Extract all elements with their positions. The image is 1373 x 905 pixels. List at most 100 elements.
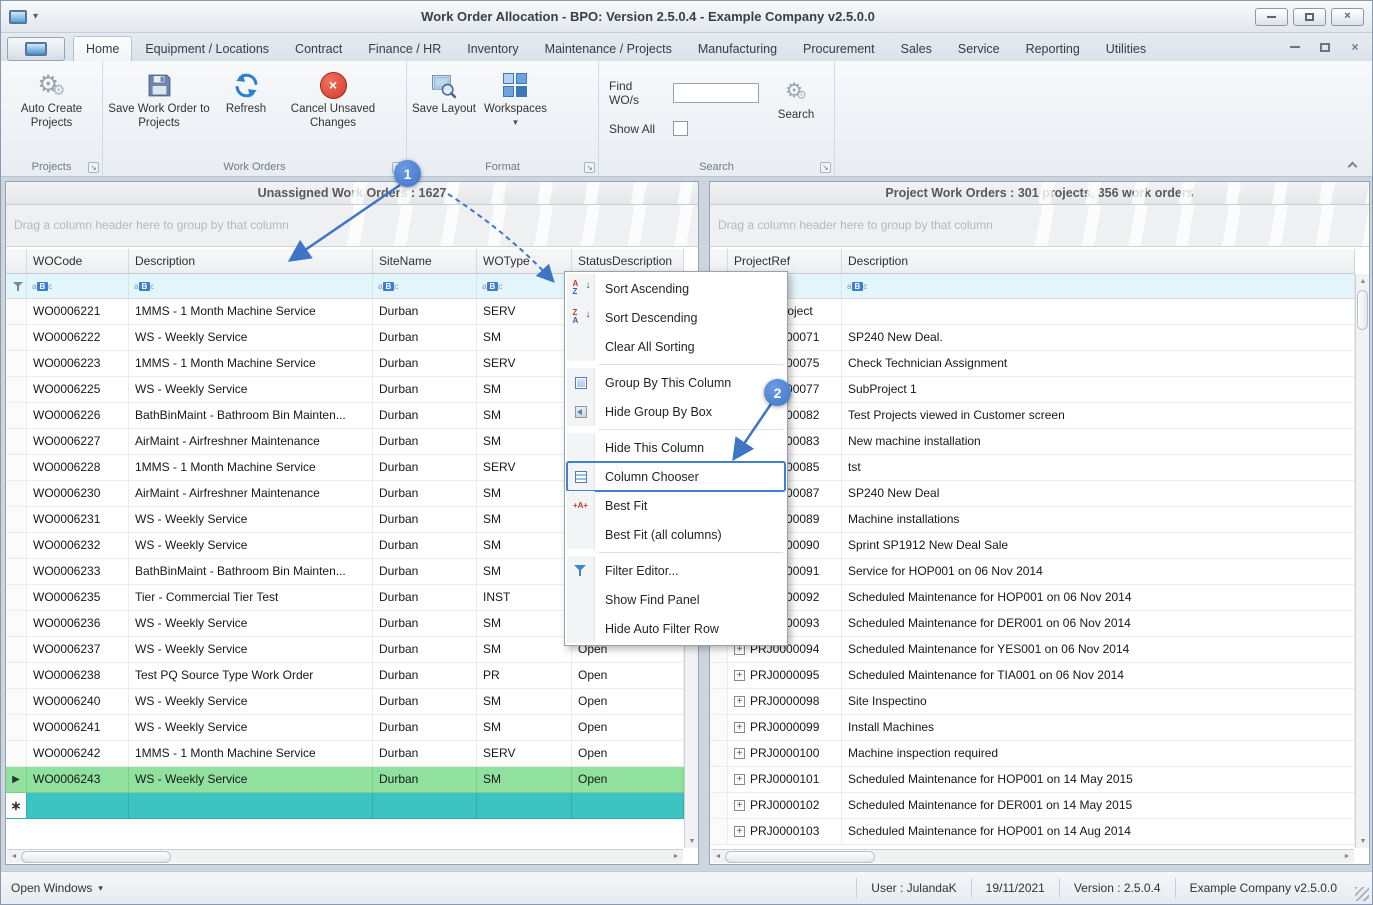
project-row[interactable]: +Test Project [710, 299, 1355, 325]
expand-icon[interactable]: + [734, 696, 745, 707]
project-row[interactable]: +PRJ0000083New machine installation [710, 429, 1355, 455]
dialog-launcher-icon[interactable]: ↘ [584, 162, 595, 173]
project-row[interactable]: +PRJ0000089Machine installations [710, 507, 1355, 533]
scroll-down-arrow[interactable]: ▼ [1356, 834, 1370, 848]
filter-cell-wocode[interactable]: aBc [27, 274, 129, 298]
filter-cell-wotype[interactable]: aBc [477, 274, 572, 298]
project-row[interactable]: +PRJ0000091Service for HOP001 on 06 Nov … [710, 559, 1355, 585]
application-menu-button[interactable] [7, 37, 65, 61]
column-header-sitename[interactable]: SiteName [373, 249, 477, 273]
close-button[interactable]: × [1331, 8, 1364, 26]
project-row[interactable]: +PRJ0000103Scheduled Maintenance for HOP… [710, 819, 1355, 845]
tab-manufacturing[interactable]: Manufacturing [685, 36, 790, 61]
group-by-box[interactable]: Drag a column header here to group by th… [6, 205, 698, 247]
project-row[interactable]: +PRJ0000094Scheduled Maintenance for YES… [710, 637, 1355, 663]
project-row[interactable]: +PRJ0000087SP240 New Deal [710, 481, 1355, 507]
resize-grip[interactable] [1355, 887, 1369, 901]
save-layout-button[interactable]: Save Layout [409, 65, 479, 121]
scroll-left-arrow[interactable]: ◄ [711, 850, 725, 864]
project-row[interactable]: +PRJ0000098Site Inspectino [710, 689, 1355, 715]
scrollbar-thumb[interactable] [1357, 290, 1368, 330]
tab-service[interactable]: Service [945, 36, 1013, 61]
filter-cell-sitename[interactable]: aBc [373, 274, 477, 298]
project-row[interactable]: +PRJ0000101Scheduled Maintenance for HOP… [710, 767, 1355, 793]
cancel-unsaved-changes-button[interactable]: × Cancel Unsaved Changes [279, 65, 387, 135]
project-row[interactable]: +PRJ0000082Test Projects viewed in Custo… [710, 403, 1355, 429]
project-row[interactable]: +PRJ0000099Install Machines [710, 715, 1355, 741]
scroll-down-arrow[interactable]: ▼ [685, 834, 699, 848]
project-row[interactable]: +PRJ0000093Scheduled Maintenance for DER… [710, 611, 1355, 637]
project-row[interactable]: +PRJ0000075Check Technician Assignment [710, 351, 1355, 377]
column-header-wotype[interactable]: WOType [477, 249, 572, 273]
tab-sales[interactable]: Sales [888, 36, 945, 61]
column-header-description[interactable]: Description [842, 249, 1355, 273]
dialog-launcher-icon[interactable]: ↘ [392, 162, 403, 173]
filter-cell-description[interactable]: aBc [842, 274, 1355, 298]
menu-item-best-fit-all-columns[interactable]: Best Fit (all columns) [567, 520, 785, 549]
menu-item-best-fit[interactable]: +A+Best Fit [567, 491, 785, 520]
mdi-close-button[interactable]: × [1346, 39, 1364, 55]
menu-item-show-find-panel[interactable]: Show Find Panel [567, 585, 785, 614]
tab-reporting[interactable]: Reporting [1013, 36, 1093, 61]
scroll-up-arrow[interactable]: ▲ [1356, 274, 1370, 288]
menu-item-filter-editor[interactable]: Filter Editor... [567, 556, 785, 585]
project-row[interactable]: +PRJ0000085tst [710, 455, 1355, 481]
menu-item-hide-group-by-box[interactable]: Hide Group By Box [567, 397, 785, 426]
tab-inventory[interactable]: Inventory [454, 36, 531, 61]
expand-icon[interactable]: + [734, 774, 745, 785]
minimize-button[interactable] [1255, 8, 1288, 26]
save-work-order-button[interactable]: Save Work Order to Projects [105, 65, 213, 135]
expand-icon[interactable]: + [734, 748, 745, 759]
scrollbar-thumb[interactable] [725, 851, 875, 863]
group-by-box[interactable]: Drag a column header here to group by th… [710, 205, 1369, 247]
refresh-button[interactable]: Refresh [215, 65, 277, 121]
column-header-projectref[interactable]: ProjectRef [728, 249, 842, 273]
open-windows-button[interactable]: Open Windows ▾ [11, 881, 103, 895]
menu-item-sort-descending[interactable]: ZA↓Sort Descending [567, 303, 785, 332]
expand-icon[interactable]: + [734, 826, 745, 837]
vertical-scrollbar[interactable]: ▲ ▼ [1355, 274, 1369, 848]
menu-item-hide-auto-filter-row[interactable]: Hide Auto Filter Row [567, 614, 785, 643]
scroll-left-arrow[interactable]: ◄ [7, 850, 21, 864]
horizontal-scrollbar[interactable]: ◄ ► [7, 849, 683, 863]
menu-item-clear-all-sorting[interactable]: Clear All Sorting [567, 332, 785, 361]
work-order-row[interactable]: WO0006240WS - Weekly ServiceDurbanSMOpen [6, 689, 684, 715]
column-header-description[interactable]: Description [129, 249, 373, 273]
tab-procurement[interactable]: Procurement [790, 36, 888, 61]
expand-icon[interactable]: + [734, 800, 745, 811]
project-row[interactable]: +PRJ0000095Scheduled Maintenance for TIA… [710, 663, 1355, 689]
scrollbar-thumb[interactable] [21, 851, 171, 863]
tab-contract[interactable]: Contract [282, 36, 355, 61]
tab-maintenance-projects[interactable]: Maintenance / Projects [532, 36, 685, 61]
scroll-right-arrow[interactable]: ► [1340, 850, 1354, 864]
project-row[interactable]: +PRJ0000102Scheduled Maintenance for DER… [710, 793, 1355, 819]
column-header-statusdescription[interactable]: StatusDescription [572, 249, 684, 273]
find-wo-input[interactable] [673, 83, 759, 103]
work-order-row[interactable]: WO00062421MMS - 1 Month Machine ServiceD… [6, 741, 684, 767]
show-all-checkbox[interactable] [673, 121, 688, 136]
project-row[interactable]: +PRJ0000071SP240 New Deal. [710, 325, 1355, 351]
column-header-wocode[interactable]: WOCode [27, 249, 129, 273]
project-row[interactable]: +PRJ0000077SubProject 1 [710, 377, 1355, 403]
menu-item-group-by-this-column[interactable]: Group By This Column [567, 368, 785, 397]
ribbon-collapse-button[interactable] [1344, 158, 1360, 170]
maximize-button[interactable] [1293, 8, 1326, 26]
new-row[interactable]: ∗ [6, 793, 684, 819]
expand-icon[interactable]: + [734, 670, 745, 681]
dialog-launcher-icon[interactable]: ↘ [820, 162, 831, 173]
tab-utilities[interactable]: Utilities [1093, 36, 1159, 61]
filter-cell-description[interactable]: aBc [129, 274, 373, 298]
expand-icon[interactable]: + [734, 722, 745, 733]
dialog-launcher-icon[interactable]: ↘ [88, 162, 99, 173]
project-row[interactable]: +PRJ0000092Scheduled Maintenance for HOP… [710, 585, 1355, 611]
workspaces-button[interactable]: Workspaces ▼ [481, 65, 550, 131]
mdi-restore-button[interactable] [1316, 39, 1334, 55]
mdi-minimize-button[interactable] [1286, 39, 1304, 55]
work-order-row[interactable]: WO0006241WS - Weekly ServiceDurbanSMOpen [6, 715, 684, 741]
horizontal-scrollbar[interactable]: ◄ ► [711, 849, 1354, 863]
menu-item-column-chooser[interactable]: Column Chooser [567, 462, 785, 491]
scroll-right-arrow[interactable]: ► [669, 850, 683, 864]
project-row[interactable]: +PRJ0000090Sprint SP1912 New Deal Sale [710, 533, 1355, 559]
tab-home[interactable]: Home [73, 36, 132, 61]
auto-create-projects-button[interactable]: ⚙⚙ Auto Create Projects [3, 65, 100, 135]
